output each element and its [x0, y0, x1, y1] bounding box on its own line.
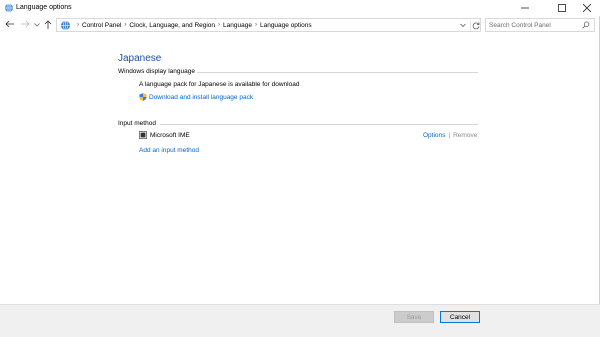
title-bar: Language options: [0, 0, 600, 16]
breadcrumb-control-panel[interactable]: Control Panel: [82, 22, 121, 29]
window-title: Language options: [16, 4, 72, 11]
search-icon[interactable]: [582, 21, 590, 29]
close-button[interactable]: [572, 0, 600, 16]
input-method-heading: Input method: [118, 120, 156, 127]
breadcrumb-separator-icon[interactable]: ›: [218, 22, 220, 28]
download-language-pack-link[interactable]: Download and install language pack: [139, 93, 253, 101]
address-dropdown-button[interactable]: [459, 21, 467, 29]
chevron-down-icon: [34, 22, 40, 29]
input-method-name: Microsoft IME: [150, 131, 190, 139]
breadcrumb-language[interactable]: Language: [223, 22, 252, 29]
back-button[interactable]: [4, 20, 14, 30]
address-bar[interactable]: › Control Panel › Clock, Language, and R…: [56, 18, 481, 32]
uac-shield-icon: [139, 93, 147, 101]
control-panel-icon: [4, 3, 14, 13]
refresh-icon: [472, 22, 480, 30]
breadcrumb-clock-language-region[interactable]: Clock, Language, and Region: [129, 22, 215, 29]
language-options-window: Language options › Control Panel › Clock…: [0, 0, 600, 337]
breadcrumb: › Control Panel › Clock, Language, and R…: [74, 19, 312, 31]
add-input-method-link[interactable]: Add an input method: [139, 147, 199, 154]
display-language-heading: Windows display language: [118, 68, 195, 75]
cancel-button[interactable]: Cancel: [440, 311, 480, 323]
search-input[interactable]: [489, 20, 579, 31]
page-title: Japanese: [118, 53, 162, 64]
arrow-left-icon: [4, 20, 14, 30]
up-button[interactable]: [43, 19, 53, 31]
forward-button[interactable]: [20, 20, 30, 30]
footer-bar: Save Cancel: [0, 304, 600, 337]
recent-locations-button[interactable]: [34, 20, 40, 30]
section-divider: [160, 124, 478, 125]
download-link-label[interactable]: Download and install language pack: [149, 94, 253, 101]
maximize-icon: [558, 4, 566, 12]
breadcrumb-separator-icon[interactable]: ›: [124, 22, 126, 28]
breadcrumb-language-options[interactable]: Language options: [260, 22, 312, 29]
input-method-actions: Options | Remove: [423, 132, 477, 139]
minimize-button[interactable]: [510, 0, 540, 16]
language-pack-message: A language pack for Japanese is availabl…: [139, 81, 300, 88]
refresh-button[interactable]: [470, 21, 480, 31]
main-content: Japanese Windows display language A lang…: [0, 34, 600, 304]
keyboard-icon: [139, 131, 147, 139]
ime-remove-link[interactable]: Remove: [453, 132, 477, 139]
arrow-up-icon: [44, 19, 52, 31]
save-button[interactable]: Save: [394, 311, 434, 323]
chevron-down-icon: [460, 23, 466, 27]
minimize-icon: [521, 4, 529, 12]
section-divider: [197, 72, 478, 73]
control-panel-icon: [60, 20, 71, 31]
close-icon: [583, 4, 591, 12]
breadcrumb-separator-icon[interactable]: ›: [255, 22, 257, 28]
navigation-bar: › Control Panel › Clock, Language, and R…: [0, 16, 600, 34]
ime-options-link[interactable]: Options: [423, 132, 445, 139]
breadcrumb-separator-icon: ›: [77, 22, 79, 28]
arrow-right-icon: [20, 20, 30, 30]
input-method-item: Microsoft IME: [139, 131, 190, 139]
search-box[interactable]: [485, 18, 595, 32]
action-separator: |: [448, 132, 451, 139]
